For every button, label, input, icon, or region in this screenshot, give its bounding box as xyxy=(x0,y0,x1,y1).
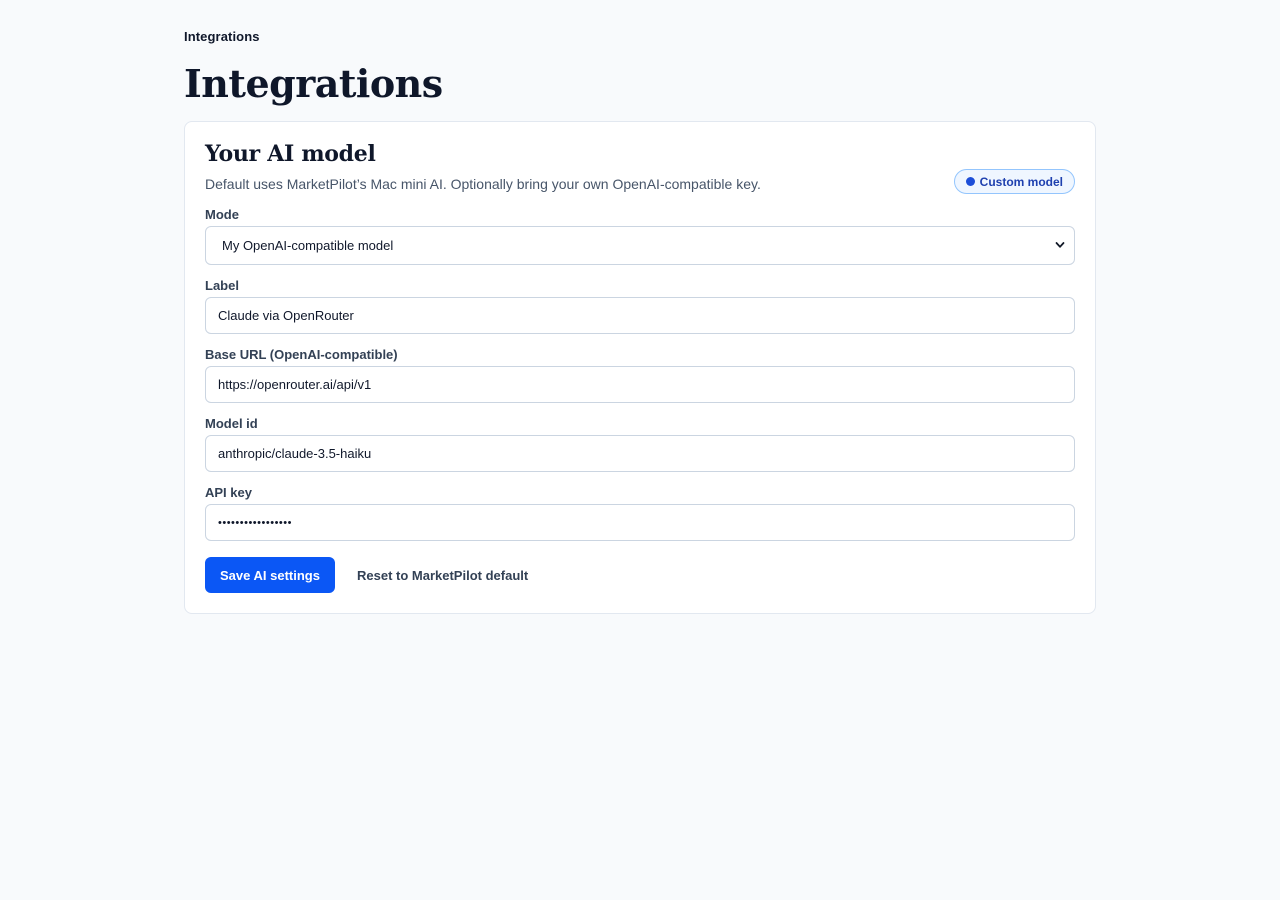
mode-label: Mode xyxy=(205,207,239,222)
page-title: Integrations xyxy=(184,61,443,106)
label-field-label: Label xyxy=(205,278,239,293)
save-ai-settings-button[interactable]: Save AI settings xyxy=(205,557,335,593)
reset-default-button[interactable]: Reset to MarketPilot default xyxy=(357,557,528,593)
api-key-input[interactable]: ••••••••••••••••• xyxy=(205,504,1075,541)
mode-select[interactable]: My OpenAI-compatible model xyxy=(205,226,1075,265)
chevron-down-icon xyxy=(1055,242,1065,248)
base-url-input[interactable]: https://openrouter.ai/api/v1 xyxy=(205,366,1075,403)
model-id-input[interactable]: anthropic/claude-3.5-haiku xyxy=(205,435,1075,472)
model-id-label: Model id xyxy=(205,416,258,431)
status-badge-label: Custom model xyxy=(979,174,1063,189)
breadcrumb[interactable]: Integrations xyxy=(184,29,260,44)
card-title: Your AI model xyxy=(205,141,376,167)
mode-select-value: My OpenAI-compatible model xyxy=(222,238,394,253)
ai-model-card: Your AI model Default uses MarketPilot’s… xyxy=(184,121,1096,614)
dot-icon xyxy=(965,177,975,186)
api-key-label: API key xyxy=(205,485,252,500)
base-url-label: Base URL (OpenAI-compatible) xyxy=(205,347,398,362)
card-description: Default uses MarketPilot’s Mac mini AI. … xyxy=(205,176,761,192)
status-badge: Custom model xyxy=(953,169,1075,194)
label-input[interactable]: Claude via OpenRouter xyxy=(205,297,1075,334)
